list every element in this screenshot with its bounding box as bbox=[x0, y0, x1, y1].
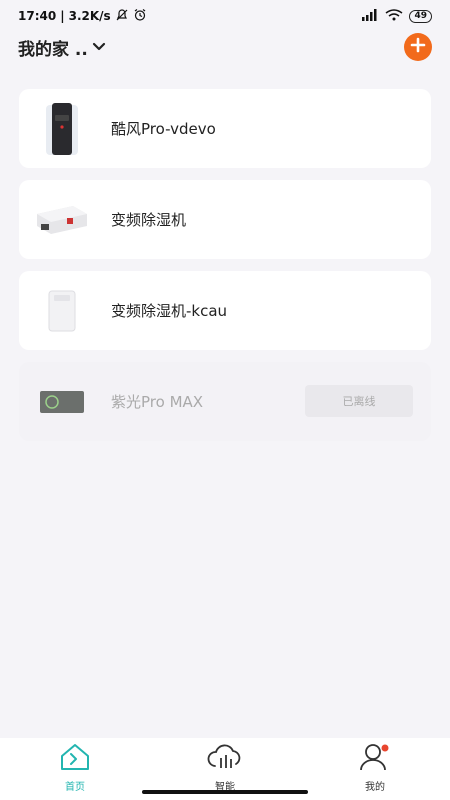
tower-purifier-image bbox=[46, 102, 78, 155]
device-card[interactable]: 酷风Pro-vdevo bbox=[19, 89, 431, 168]
header: 我的家 .. bbox=[0, 32, 450, 62]
device-card-offline[interactable]: 紫光Pro MAX 已离线 bbox=[19, 362, 431, 441]
device-list: 酷风Pro-vdevo 变频除湿机 变频除湿机-kcau 紫光Pro MAX 已… bbox=[19, 89, 431, 453]
tab-home[interactable]: 首页 bbox=[20, 738, 130, 800]
device-thumbnail bbox=[31, 371, 93, 433]
network-speed: 3.2K/s bbox=[68, 9, 111, 23]
plus-icon bbox=[410, 37, 426, 57]
battery-indicator: 49 bbox=[409, 9, 432, 23]
device-thumbnail bbox=[31, 98, 93, 160]
alarm-clock-icon bbox=[133, 8, 147, 25]
status-right: 49 bbox=[361, 8, 432, 24]
home-icon bbox=[58, 742, 92, 776]
tab-profile[interactable]: 我的 bbox=[320, 738, 430, 800]
add-device-button[interactable] bbox=[404, 33, 432, 61]
mute-bell-icon bbox=[115, 8, 129, 25]
tab-label: 我的 bbox=[365, 782, 385, 793]
device-thumbnail bbox=[31, 280, 93, 342]
device-card[interactable]: 变频除湿机-kcau bbox=[19, 271, 431, 350]
device-name: 紫光Pro MAX bbox=[111, 393, 204, 411]
device-card[interactable]: 变频除湿机 bbox=[19, 180, 431, 259]
portable-dehumidifier-image bbox=[48, 290, 76, 331]
wifi-icon bbox=[385, 8, 403, 24]
device-thumbnail bbox=[31, 189, 93, 251]
home-name: 我的家 .. bbox=[18, 39, 88, 60]
ceiling-dehumidifier-image bbox=[37, 205, 87, 234]
chevron-down-icon bbox=[92, 37, 106, 57]
device-name: 变频除湿机 bbox=[111, 211, 187, 229]
home-indicator-bar bbox=[142, 790, 308, 794]
device-name: 酷风Pro-vdevo bbox=[111, 120, 216, 138]
signal-icon bbox=[361, 8, 379, 24]
status-left: 17:40 | 3.2K/s bbox=[18, 8, 147, 25]
home-selector[interactable]: 我的家 .. bbox=[18, 35, 106, 60]
status-time: 17:40 bbox=[18, 9, 57, 23]
device-name: 变频除湿机-kcau bbox=[111, 302, 228, 320]
tab-label: 首页 bbox=[65, 782, 85, 793]
offline-status-badge: 已离线 bbox=[305, 385, 413, 417]
sterilizer-panel-image bbox=[40, 390, 84, 413]
profile-icon bbox=[357, 742, 393, 776]
status-bar: 17:40 | 3.2K/s 49 bbox=[0, 0, 450, 32]
smart-cloud-icon bbox=[207, 742, 243, 776]
